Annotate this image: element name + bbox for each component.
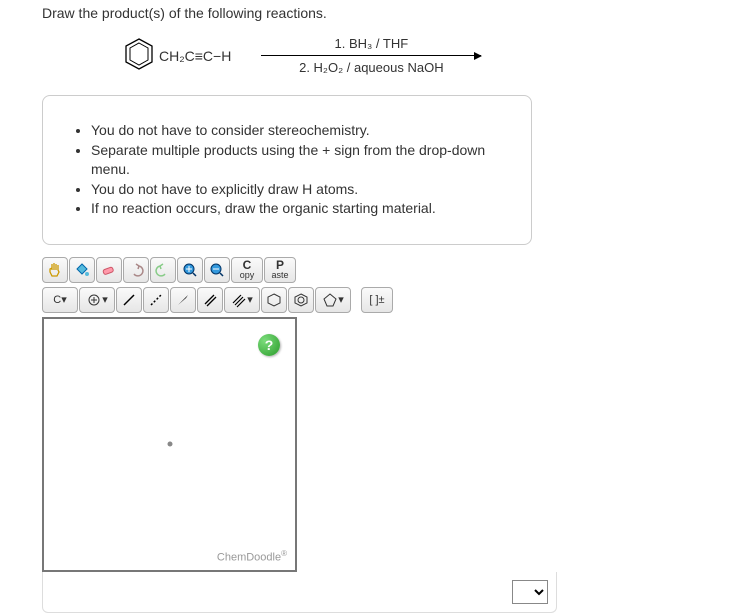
single-bond-button[interactable] xyxy=(116,287,142,313)
zoom-out-button[interactable] xyxy=(204,257,230,283)
chevron-down-icon: ▾ xyxy=(102,293,108,306)
product-separator-select[interactable] xyxy=(512,580,548,604)
paste-button[interactable]: Paste xyxy=(264,257,296,283)
add-atom-dropdown[interactable]: ▾ xyxy=(79,287,115,313)
reaction-scheme: CH₂C≡C−H 1. BH₃ / THF 2. H₂O₂ / aqueous … xyxy=(122,36,736,75)
paint-bucket-button[interactable] xyxy=(69,257,95,283)
chemdoodle-editor: Copy Paste C ▾ ▾ ▾ ▾ [ ]± ? ChemDoodle® xyxy=(42,255,557,613)
instruction-item: Separate multiple products using the + s… xyxy=(91,141,501,180)
zoom-in-button[interactable] xyxy=(177,257,203,283)
wedge-bond-button[interactable] xyxy=(170,287,196,313)
canvas-placeholder-dot xyxy=(167,442,172,447)
hand-tool-button[interactable] xyxy=(42,257,68,283)
chevron-down-icon: ▾ xyxy=(61,293,67,306)
copy-label-bottom: opy xyxy=(240,271,255,280)
undo-button[interactable] xyxy=(123,257,149,283)
charge-button[interactable]: [ ]± xyxy=(361,287,393,313)
charge-label: [ ]± xyxy=(369,294,384,306)
eraser-button[interactable] xyxy=(96,257,122,283)
double-bond-button[interactable] xyxy=(197,287,223,313)
triple-bond-dropdown[interactable]: ▾ xyxy=(224,287,260,313)
reagent-line1: 1. BH₃ / THF xyxy=(335,36,409,51)
hexagon-ring-button[interactable] xyxy=(261,287,287,313)
instruction-item: You do not have to consider stereochemis… xyxy=(91,121,501,141)
chemdoodle-watermark: ChemDoodle® xyxy=(217,549,287,564)
atom-label-dropdown[interactable]: C ▾ xyxy=(42,287,78,313)
reaction-arrow: 1. BH₃ / THF 2. H₂O₂ / aqueous NaOH xyxy=(261,36,481,75)
copy-button[interactable]: Copy xyxy=(231,257,263,283)
instruction-item: If no reaction occurs, draw the organic … xyxy=(91,199,501,219)
editor-footer xyxy=(42,572,557,613)
instruction-item: You do not have to explicitly draw H ato… xyxy=(91,180,501,200)
instructions-box: You do not have to consider stereochemis… xyxy=(42,95,532,245)
help-button[interactable]: ? xyxy=(258,334,280,356)
paste-label-bottom: aste xyxy=(271,271,288,280)
reagent-line2: 2. H₂O₂ / aqueous NaOH xyxy=(299,60,444,75)
atom-label-text: C xyxy=(53,294,61,306)
reactant-formula: CH₂C≡C−H xyxy=(159,48,231,64)
benzene-ring-button[interactable] xyxy=(288,287,314,313)
pentagon-ring-dropdown[interactable]: ▾ xyxy=(315,287,351,313)
question-text: Draw the product(s) of the following rea… xyxy=(42,5,736,21)
toolbar-row-2: C ▾ ▾ ▾ ▾ [ ]± xyxy=(42,285,557,315)
dashed-bond-button[interactable] xyxy=(143,287,169,313)
drawing-canvas[interactable]: ? ChemDoodle® xyxy=(42,317,297,572)
chevron-down-icon: ▾ xyxy=(247,293,253,306)
benzene-ring-icon xyxy=(122,37,156,74)
redo-button[interactable] xyxy=(150,257,176,283)
arrow-line xyxy=(261,55,481,56)
toolbar-row-1: Copy Paste xyxy=(42,255,557,285)
chevron-down-icon: ▾ xyxy=(338,293,344,306)
